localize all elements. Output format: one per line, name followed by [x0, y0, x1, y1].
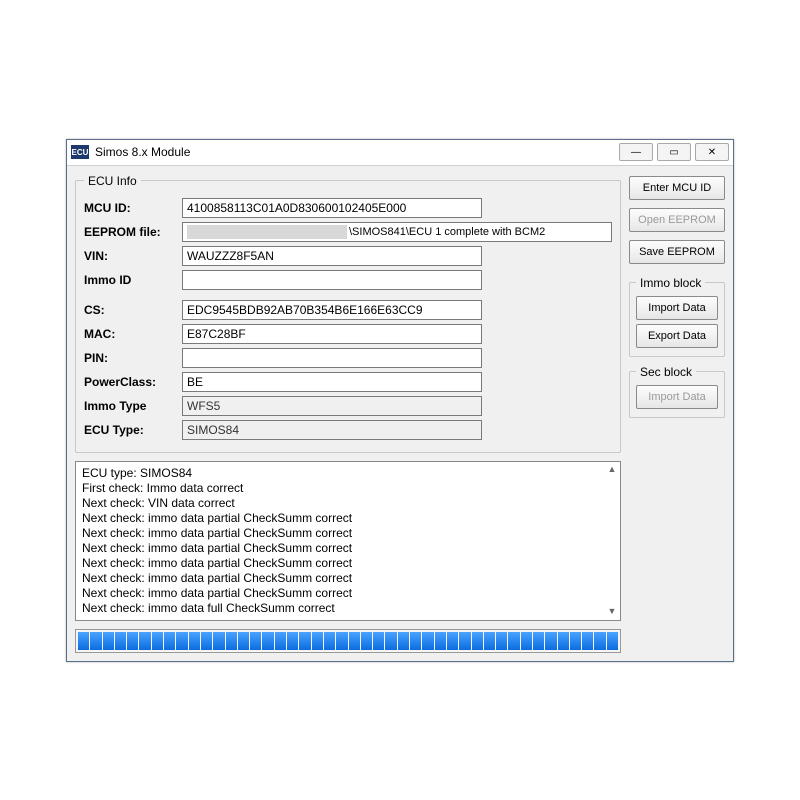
log-line: ECU type: SIMOS84: [82, 466, 614, 481]
ecu-type-input: [182, 420, 482, 440]
eeprom-path-obscured: [187, 225, 347, 239]
progress-segment: [103, 632, 114, 650]
open-eeprom-button[interactable]: Open EEPROM: [629, 208, 725, 232]
vin-label: VIN:: [84, 249, 176, 263]
progress-segment: [201, 632, 212, 650]
progress-segment: [398, 632, 409, 650]
ecu-info-group: ECU Info MCU ID: EEPROM file: \SIMOS841\…: [75, 174, 621, 453]
progress-segment: [435, 632, 446, 650]
progress-bar: [75, 629, 621, 653]
progress-segment: [484, 632, 495, 650]
log-line: Next check: immo data partial CheckSumm …: [82, 541, 614, 556]
eeprom-file-label: EEPROM file:: [84, 225, 176, 239]
progress-segment: [115, 632, 126, 650]
progress-segment: [422, 632, 433, 650]
progress-segment: [213, 632, 224, 650]
progress-segment: [607, 632, 618, 650]
progress-segment: [508, 632, 519, 650]
scroll-up-icon[interactable]: ▲: [606, 464, 618, 476]
progress-segment: [533, 632, 544, 650]
log-line: First check: Immo data correct: [82, 481, 614, 496]
log-output[interactable]: ▲ ▼ ECU type: SIMOS84First check: Immo d…: [75, 461, 621, 621]
progress-segment: [410, 632, 421, 650]
ecu-type-label: ECU Type:: [84, 423, 176, 437]
mac-input[interactable]: [182, 324, 482, 344]
pin-label: PIN:: [84, 351, 176, 365]
immo-block-legend: Immo block: [636, 276, 705, 290]
immo-block-group: Immo block Import Data Export Data: [629, 276, 725, 357]
progress-segment: [570, 632, 581, 650]
maximize-button[interactable]: ▭: [657, 143, 691, 161]
progress-segment: [127, 632, 138, 650]
powerclass-label: PowerClass:: [84, 375, 176, 389]
log-line: Next check: VIN data correct: [82, 496, 614, 511]
immo-type-input: [182, 396, 482, 416]
progress-segment: [472, 632, 483, 650]
app-window: ECU Simos 8.x Module — ▭ ✕ ECU Info MCU …: [66, 139, 734, 662]
progress-segment: [176, 632, 187, 650]
progress-segment: [349, 632, 360, 650]
progress-segment: [324, 632, 335, 650]
app-icon: ECU: [71, 145, 89, 159]
progress-segment: [299, 632, 310, 650]
immo-id-label: Immo ID: [84, 273, 176, 287]
ecu-info-legend: ECU Info: [84, 174, 141, 188]
progress-segment: [262, 632, 273, 650]
progress-segment: [361, 632, 372, 650]
log-line: Next check: immo data partial CheckSumm …: [82, 586, 614, 601]
scroll-down-icon[interactable]: ▼: [606, 606, 618, 618]
save-eeprom-button[interactable]: Save EEPROM: [629, 240, 725, 264]
progress-segment: [164, 632, 175, 650]
progress-segment: [594, 632, 605, 650]
titlebar: ECU Simos 8.x Module — ▭ ✕: [67, 140, 733, 166]
log-line: Next check: immo data partial CheckSumm …: [82, 571, 614, 586]
eeprom-file-field[interactable]: \SIMOS841\ECU 1 complete with BCM2: [182, 222, 612, 242]
progress-segment: [275, 632, 286, 650]
progress-segment: [459, 632, 470, 650]
progress-segment: [558, 632, 569, 650]
progress-segment: [385, 632, 396, 650]
cs-input[interactable]: [182, 300, 482, 320]
cs-label: CS:: [84, 303, 176, 317]
close-button[interactable]: ✕: [695, 143, 729, 161]
progress-segment: [373, 632, 384, 650]
progress-segment: [238, 632, 249, 650]
mcu-id-label: MCU ID:: [84, 201, 176, 215]
minimize-button[interactable]: —: [619, 143, 653, 161]
sec-block-legend: Sec block: [636, 365, 696, 379]
progress-segment: [139, 632, 150, 650]
progress-segment: [496, 632, 507, 650]
progress-segment: [152, 632, 163, 650]
progress-segment: [582, 632, 593, 650]
pin-input[interactable]: [182, 348, 482, 368]
enter-mcu-id-button[interactable]: Enter MCU ID: [629, 176, 725, 200]
eeprom-path-tail: \SIMOS841\ECU 1 complete with BCM2: [347, 226, 545, 238]
log-line: Next check: immo data partial CheckSumm …: [82, 556, 614, 571]
immo-id-input[interactable]: [182, 270, 482, 290]
window-title: Simos 8.x Module: [95, 145, 615, 159]
log-line: Next check: immo data full CheckSumm cor…: [82, 601, 614, 616]
vin-input[interactable]: [182, 246, 482, 266]
progress-segment: [545, 632, 556, 650]
mac-label: MAC:: [84, 327, 176, 341]
progress-segment: [336, 632, 347, 650]
progress-segment: [447, 632, 458, 650]
sec-import-button[interactable]: Import Data: [636, 385, 718, 409]
progress-segment: [189, 632, 200, 650]
immo-type-label: Immo Type: [84, 399, 176, 413]
mcu-id-input[interactable]: [182, 198, 482, 218]
log-line: Next check: immo data partial CheckSumm …: [82, 526, 614, 541]
immo-export-button[interactable]: Export Data: [636, 324, 718, 348]
log-line: Next check: immo data partial CheckSumm …: [82, 511, 614, 526]
sec-block-group: Sec block Import Data: [629, 365, 725, 418]
progress-segment: [226, 632, 237, 650]
progress-segment: [312, 632, 323, 650]
immo-import-button[interactable]: Import Data: [636, 296, 718, 320]
powerclass-input[interactable]: [182, 372, 482, 392]
progress-segment: [90, 632, 101, 650]
progress-segment: [78, 632, 89, 650]
progress-segment: [250, 632, 261, 650]
progress-segment: [287, 632, 298, 650]
progress-segment: [521, 632, 532, 650]
